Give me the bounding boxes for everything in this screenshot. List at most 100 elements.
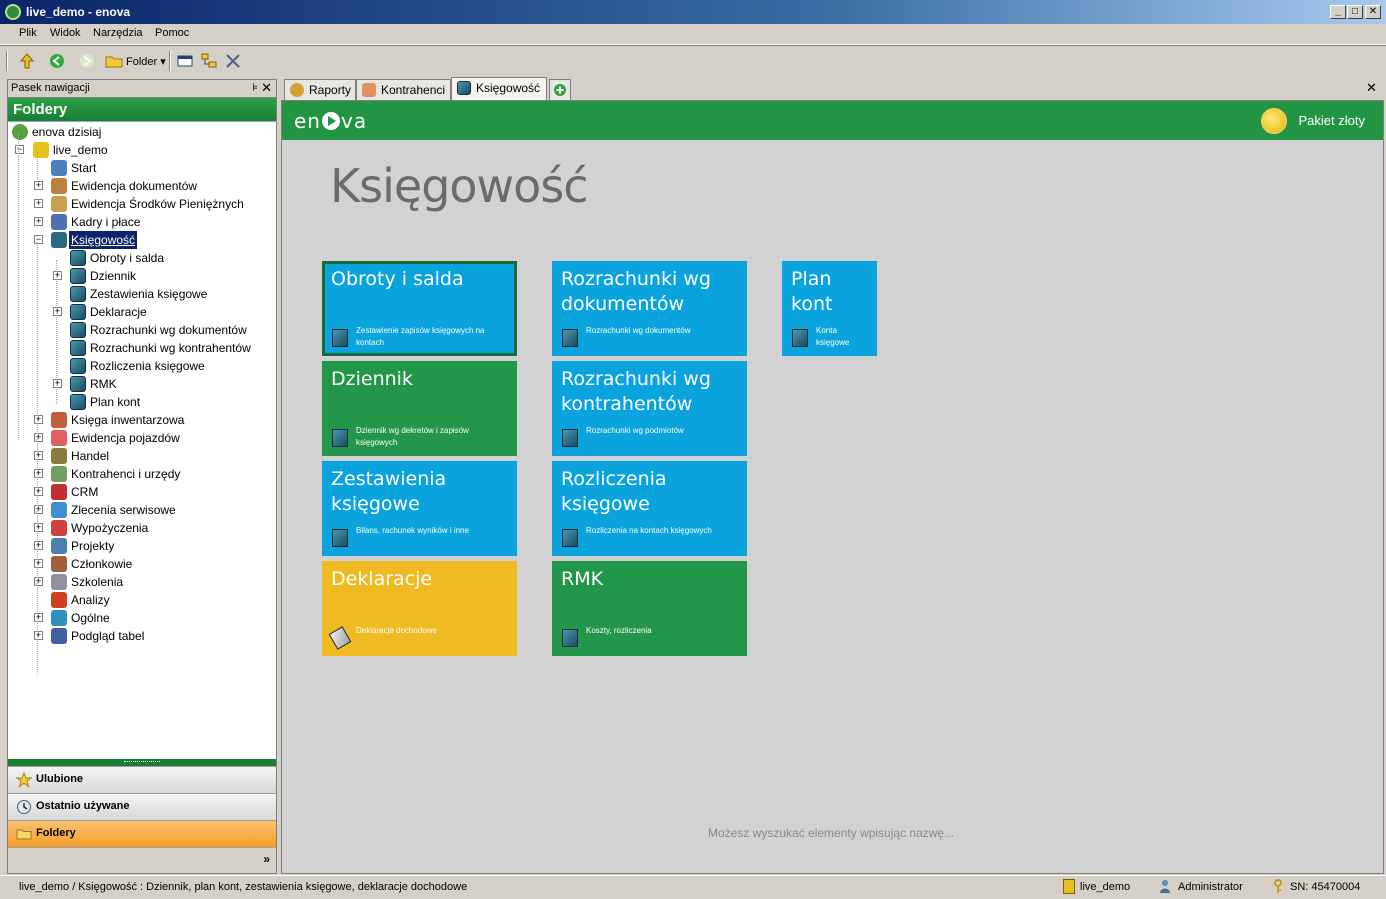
search-hint: Możesz wyszukać elementy wpisując nazwę.… xyxy=(708,826,955,840)
expand-toggle-icon[interactable]: + xyxy=(53,307,62,316)
close-navigation-button[interactable]: ✕ xyxy=(261,80,272,96)
recent-button[interactable]: Ostatnio używane xyxy=(8,793,276,820)
expand-toggle-icon[interactable]: + xyxy=(34,415,43,424)
tile[interactable]: Plan kont Konta księgowe xyxy=(782,261,877,356)
expand-toggle-icon[interactable]: + xyxy=(34,631,43,640)
tree-item[interactable]: + Projekty xyxy=(8,537,276,555)
tree-item[interactable]: + Handel xyxy=(8,447,276,465)
expand-toggle-icon[interactable]: + xyxy=(34,505,43,514)
tab-kontrahenci[interactable]: Kontrahenci xyxy=(356,79,451,100)
minimize-button[interactable]: _ xyxy=(1330,5,1346,19)
folder-dropdown[interactable]: Folder ▾ xyxy=(126,55,166,68)
tree-item[interactable]: + CRM xyxy=(8,483,276,501)
tree-item[interactable]: Obroty i salda xyxy=(8,249,276,267)
tree-item[interactable]: Analizy xyxy=(8,591,276,609)
menu-widok[interactable]: Widok xyxy=(50,27,81,39)
tree-item[interactable]: enova dzisiaj xyxy=(8,123,276,141)
tile-subtitle: Zestawienie zapisów księgowych na kontac… xyxy=(356,326,485,347)
expand-toggle-icon[interactable]: + xyxy=(34,181,43,190)
folders-button[interactable]: Foldery xyxy=(8,820,276,847)
splitter-grip[interactable] xyxy=(124,761,160,763)
tile[interactable]: Zestawienia księgowe Bilans, rachunek wyn… xyxy=(322,461,517,556)
maximize-button[interactable]: □ xyxy=(1347,5,1363,19)
up-folder-icon[interactable] xyxy=(18,52,36,70)
tile[interactable]: Rozrachunki wg dokumentów Rozrachunki wg … xyxy=(552,261,747,356)
menu-pomoc[interactable]: Pomoc xyxy=(155,27,189,39)
tree-item[interactable]: + Kontrahenci i urzędy xyxy=(8,465,276,483)
close-tab-button[interactable]: ✕ xyxy=(1366,80,1380,95)
collapse-toggle-icon[interactable]: − xyxy=(15,145,24,154)
tree-item-label: Analizy xyxy=(71,593,110,607)
status-user[interactable]: Administrator xyxy=(1178,881,1243,893)
tree-item[interactable]: + Księga inwentarzowa xyxy=(8,411,276,429)
ledger-icon xyxy=(457,81,471,95)
expand-toggle-icon[interactable]: + xyxy=(34,199,43,208)
panel-splitter[interactable] xyxy=(8,758,276,766)
expand-toggle-icon[interactable]: + xyxy=(34,487,43,496)
tree-item[interactable]: + Podgląd tabel xyxy=(8,627,276,645)
tree-item[interactable]: + Kadry i płace xyxy=(8,213,276,231)
tree-item[interactable]: + Ogólne xyxy=(8,609,276,627)
tree-item[interactable]: Rozliczenia księgowe xyxy=(8,357,276,375)
expand-toggle-icon[interactable]: + xyxy=(34,577,43,586)
tile[interactable]: Deklaracje Deklaracje dochodowe xyxy=(322,561,517,656)
menu-plik[interactable]: Plik xyxy=(19,27,37,39)
tree-item[interactable]: Start xyxy=(8,159,276,177)
folder-item-icon xyxy=(51,466,67,482)
expand-toggle-icon[interactable]: + xyxy=(34,469,43,478)
tree-item[interactable]: + Członkowie xyxy=(8,555,276,573)
forward-icon[interactable] xyxy=(78,52,96,70)
expand-toggle-icon[interactable]: + xyxy=(34,433,43,442)
folder-item-icon xyxy=(51,592,67,608)
expand-toggle-icon[interactable]: + xyxy=(34,523,43,532)
tab-raporty[interactable]: Raporty xyxy=(284,79,356,100)
tree-item[interactable]: − live_demo xyxy=(8,141,276,159)
tree-item[interactable]: + Zlecenia serwisowe xyxy=(8,501,276,519)
tree-item[interactable]: + Wypożyczenia xyxy=(8,519,276,537)
folder-item-icon xyxy=(51,502,67,518)
tree-item[interactable]: − Księgowość xyxy=(8,230,276,250)
tree-item[interactable]: + Deklaracje xyxy=(8,303,276,321)
status-database[interactable]: live_demo xyxy=(1080,881,1130,893)
expand-toggle-icon[interactable]: + xyxy=(34,559,43,568)
tree-item[interactable]: + Ewidencja pojazdów xyxy=(8,429,276,447)
favorites-button[interactable]: Ulubione xyxy=(8,766,276,793)
tree-item[interactable]: Rozrachunki wg dokumentów xyxy=(8,321,276,339)
collapse-toggle-icon[interactable]: − xyxy=(34,235,43,244)
close-window-button[interactable]: ✕ xyxy=(1365,5,1381,19)
tree-icon[interactable] xyxy=(200,52,218,70)
tab-ksiegowosc[interactable]: Księgowość xyxy=(451,77,547,100)
tile[interactable]: Dziennik Dziennik wg dekretów i zapisów k… xyxy=(322,361,517,456)
window-layout-icon[interactable] xyxy=(176,52,194,70)
back-icon[interactable] xyxy=(48,52,66,70)
tree-item-label: Członkowie xyxy=(71,557,133,571)
tile[interactable]: Rozliczenia księgowe Rozliczenia na konta… xyxy=(552,461,747,556)
new-tab-button[interactable] xyxy=(549,79,571,100)
tree-item[interactable]: + Ewidencja dokumentów xyxy=(8,177,276,195)
tile[interactable]: RMK Koszty, rozliczenia xyxy=(552,561,747,656)
tree-item[interactable]: + Szkolenia xyxy=(8,573,276,591)
tile-title: Rozrachunki wg dokumentów xyxy=(561,268,711,315)
tree-item[interactable]: Rozrachunki wg kontrahentów xyxy=(8,339,276,357)
folder-item-icon xyxy=(70,304,86,320)
expand-toggle-icon[interactable]: + xyxy=(53,379,62,388)
expand-toggle-icon[interactable]: + xyxy=(34,217,43,226)
expand-toggle-icon[interactable]: + xyxy=(34,451,43,460)
tree-item[interactable]: + RMK xyxy=(8,375,276,393)
tree-item[interactable]: Zestawienia księgowe xyxy=(8,285,276,303)
folder-item-icon xyxy=(33,142,49,158)
tile-subtitle: Bilans, rachunek wyników i inne xyxy=(356,526,469,535)
menu-narzedzia[interactable]: Narzędzia xyxy=(93,27,143,39)
tile[interactable]: Obroty i salda Zestawienie zapisów księgo… xyxy=(322,261,517,356)
configure-buttons-chevron-icon[interactable]: » xyxy=(263,852,270,866)
tree-item[interactable]: Plan kont xyxy=(8,393,276,411)
tile[interactable]: Rozrachunki wg kontrahentów Rozrachunki w… xyxy=(552,361,747,456)
tools-icon[interactable] xyxy=(224,52,242,70)
tree-item[interactable]: + Ewidencja Środków Pieniężnych xyxy=(8,195,276,213)
expand-toggle-icon[interactable]: + xyxy=(34,541,43,550)
expand-toggle-icon[interactable]: + xyxy=(34,613,43,622)
pin-icon[interactable]: ⊧ xyxy=(252,81,258,94)
folder-icon[interactable] xyxy=(105,52,123,70)
tree-item[interactable]: + Dziennik xyxy=(8,267,276,285)
expand-toggle-icon[interactable]: + xyxy=(53,271,62,280)
